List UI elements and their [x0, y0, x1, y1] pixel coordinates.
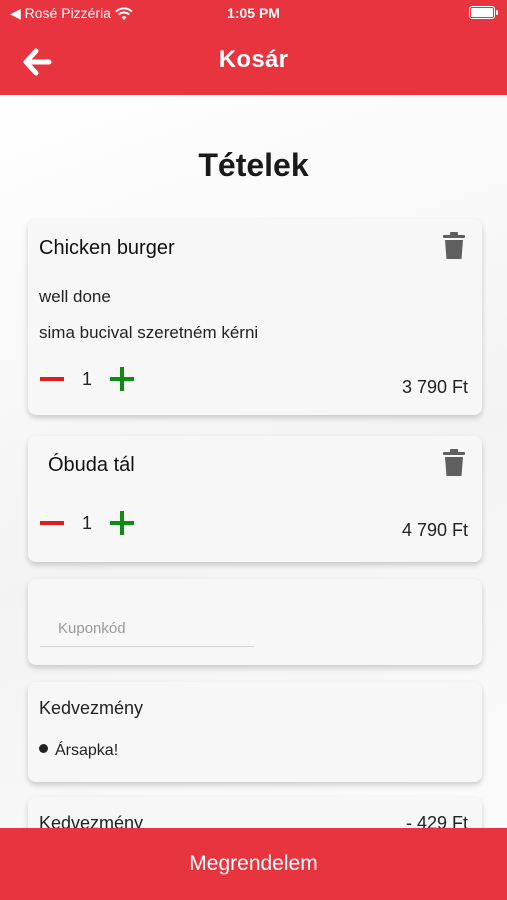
trash-icon[interactable]: [442, 232, 466, 260]
quantity-stepper: 1: [40, 508, 134, 538]
trash-icon[interactable]: [442, 449, 466, 477]
nav-title: Kosár: [218, 46, 289, 73]
nav-bar: Kosár: [0, 28, 507, 95]
minus-icon[interactable]: [40, 367, 64, 391]
item-price: 4 790 Ft: [401, 520, 468, 540]
plus-icon[interactable]: [110, 511, 134, 535]
page-title: Tételek: [198, 147, 309, 183]
plus-icon[interactable]: [110, 367, 134, 391]
item-name: Óbuda tál: [48, 454, 135, 476]
item-name: Chicken burger: [39, 237, 175, 259]
discount-item: Ársapka!: [55, 742, 119, 759]
minus-icon[interactable]: [40, 511, 64, 535]
order-button[interactable]: Megrendelem: [0, 828, 507, 900]
discount-title: Kedvezmény: [39, 698, 144, 718]
coupon-input[interactable]: [40, 611, 254, 647]
status-bar: ◀ Rosé Pizzéria 1:05 PM: [0, 0, 507, 28]
coupon-card: [28, 579, 482, 665]
discount-card: Kedvezmény Ársapka!: [28, 682, 482, 782]
battery-icon: [469, 6, 498, 19]
item-price: 3 790 Ft: [401, 377, 468, 397]
cart-item-card: Chicken burger well done sima bucival sz…: [28, 219, 482, 415]
quantity-stepper: 1: [40, 364, 134, 394]
item-note: well done: [39, 287, 111, 306]
cart-content[interactable]: Tételek Chicken burger well done sima bu…: [0, 95, 507, 828]
summary-value: - 429 Ft: [405, 813, 468, 828]
quantity-value: 1: [81, 512, 92, 533]
status-time: 1:05 PM: [227, 5, 280, 21]
cart-item-card: Óbuda tál 1 4 790 Ft: [28, 436, 482, 562]
summary-label: Kedvezmény: [39, 813, 144, 828]
quantity-value: 1: [81, 368, 92, 389]
summary-card: Kedvezmény - 429 Ft: [28, 797, 482, 828]
bullet-icon: [39, 744, 48, 753]
item-note: sima bucival szeretném kérni: [39, 323, 259, 342]
